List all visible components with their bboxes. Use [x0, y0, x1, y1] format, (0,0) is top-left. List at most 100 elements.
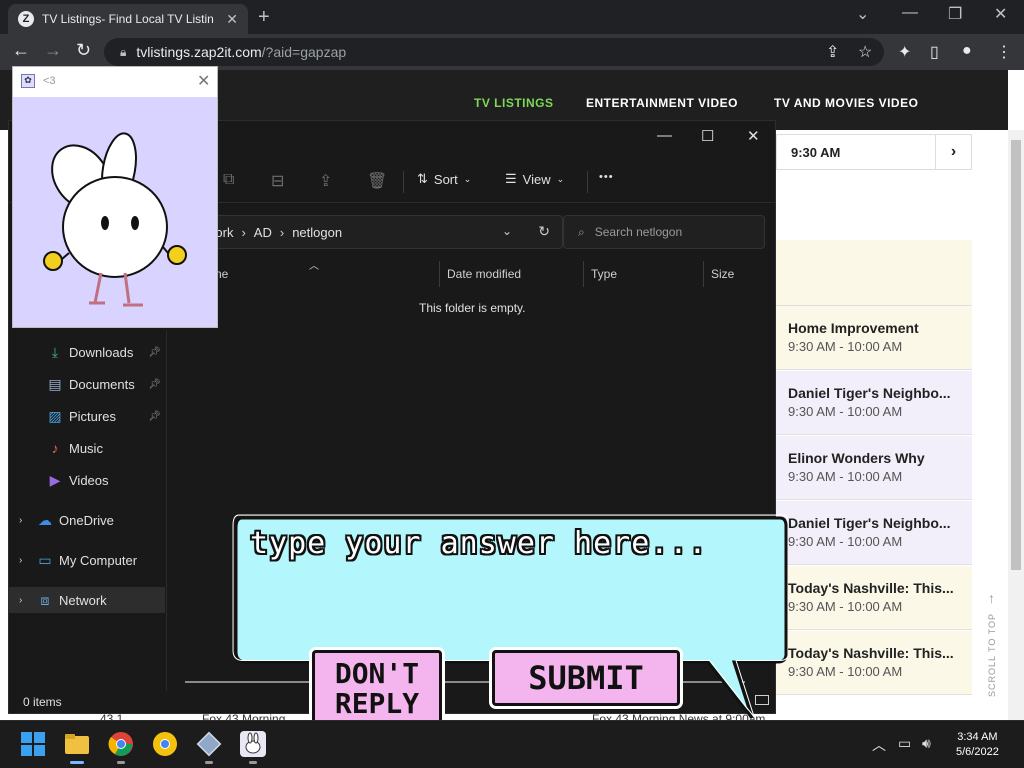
app-diamond-taskbar-icon[interactable] [196, 731, 222, 757]
restore-icon[interactable]: ❐ [948, 4, 962, 24]
show-time: 9:30 AM - 10:00 AM [788, 534, 903, 549]
scroll-to-top-button[interactable]: ↑ SCROLL TO TOP [984, 590, 1000, 720]
share-icon[interactable]: ⇪ [826, 42, 839, 62]
tab-search-chevron-icon[interactable]: ⌄ [856, 4, 869, 24]
nav-item-label: Videos [69, 472, 109, 488]
breadcrumb-ad[interactable]: AD [254, 225, 272, 240]
submit-button[interactable]: SUBMIT [492, 650, 680, 706]
chrome-canary-taskbar-icon[interactable] [152, 731, 178, 757]
side-panel-icon[interactable]: ▯ [930, 42, 939, 62]
sticker-close-icon[interactable]: ✕ [197, 71, 210, 91]
show-listing-cell[interactable]: Today's Nashville: This... 9:30 AM - 10:0… [776, 631, 972, 695]
dont-reply-button[interactable]: DON'T REPLY [312, 650, 442, 726]
explorer-address-bar[interactable]: work › AD › netlogon ⌄ ↻ [199, 215, 563, 249]
answer-input[interactable]: type your answer here... [250, 526, 707, 561]
nav-item-network[interactable]: › ⧈ Network [9, 587, 165, 613]
network-status-icon[interactable]: ▭ [898, 735, 911, 752]
nav-item-videos[interactable]: ▶ Videos [9, 467, 165, 493]
cloud-icon: ☁ [38, 512, 52, 528]
browser-tab[interactable]: Z TV Listings- Find Local TV Listings ✕ [8, 4, 248, 34]
share-icon[interactable]: ⇪ [319, 171, 332, 191]
column-header-type[interactable]: Type [591, 267, 617, 281]
pin-icon[interactable]: 📌︎ [148, 411, 161, 422]
close-window-icon[interactable]: ✕ [994, 4, 1007, 24]
bookmark-star-icon[interactable]: ☆ [858, 42, 872, 62]
column-header-date-modified[interactable]: Date modified [447, 267, 521, 281]
sort-icon: ⇅ [417, 171, 428, 186]
tray-overflow-chevron-icon[interactable]: ︿ [872, 735, 886, 755]
sort-ascending-icon: ︿ [309, 261, 319, 272]
chrome-taskbar-icon[interactable] [108, 731, 134, 757]
expand-chevron-icon[interactable]: › [19, 595, 22, 606]
show-listing-cell[interactable]: Daniel Tiger's Neighbo... 9:30 AM - 10:00… [776, 501, 972, 565]
profile-icon[interactable]: ● [962, 42, 972, 60]
time-slot-header: 9:30 AM › [776, 134, 972, 170]
sort-button[interactable]: ⇅ Sort ⌄ [417, 171, 471, 187]
tab-close-icon[interactable]: ✕ [226, 11, 238, 28]
show-listing-cell[interactable]: Today's Nashville: This... 9:30 AM - 10:0… [776, 566, 972, 630]
explorer-search-box[interactable]: ⌕ Search netlogon [563, 215, 765, 249]
show-listing-cell[interactable]: Daniel Tiger's Neighbo... 9:30 AM - 10:00… [776, 371, 972, 435]
app-running-indicator [249, 761, 257, 764]
lock-icon[interactable]: 🔒︎ [120, 45, 126, 60]
address-dropdown-icon[interactable]: ⌄ [502, 224, 512, 238]
dont-reply-label-line2: REPLY [334, 687, 420, 720]
volume-icon[interactable]: 🔊︎ [922, 735, 931, 752]
item-count-status: 0 items [23, 695, 62, 709]
nav-item-pictures[interactable]: ▨ Pictures 📌︎ [9, 403, 165, 429]
minimize-icon[interactable]: — [902, 4, 918, 22]
column-divider[interactable] [583, 261, 584, 287]
address-bar[interactable]: 🔒︎ tvlistings.zap2it.com/?aid=gapzap [104, 38, 884, 66]
next-time-chevron-icon[interactable]: › [935, 135, 971, 169]
nav-item-downloads[interactable]: ⤓ Downloads 📌︎ [9, 339, 165, 365]
system-clock[interactable]: 3:34 AM 5/6/2022 [956, 730, 999, 760]
new-tab-icon[interactable]: + [258, 6, 270, 29]
menu-kebab-icon[interactable]: ⋮ [996, 42, 1012, 62]
column-divider[interactable] [439, 261, 440, 287]
nav-item-documents[interactable]: ▤ Documents 📌︎ [9, 371, 165, 397]
expand-chevron-icon[interactable]: › [19, 515, 22, 526]
scrollbar-thumb[interactable] [1011, 140, 1021, 570]
column-divider[interactable] [703, 261, 704, 287]
show-listing-cell[interactable]: Elinor Wonders Why 9:30 AM - 10:00 AM [776, 436, 972, 500]
start-windows-icon[interactable] [20, 731, 46, 757]
back-icon[interactable]: ← [12, 40, 30, 61]
more-options-button[interactable]: ••• [599, 171, 614, 183]
nav-tv-listings[interactable]: TV LISTINGS [474, 96, 554, 110]
breadcrumb-netlogon[interactable]: netlogon [292, 225, 342, 240]
view-button[interactable]: ☰ View ⌄ [505, 171, 564, 187]
nav-item-label: Documents [69, 376, 135, 392]
refresh-icon[interactable]: ↻ [538, 223, 550, 240]
sticker-app-taskbar-icon[interactable] [240, 731, 266, 757]
nav-entertainment-video[interactable]: ENTERTAINMENT VIDEO [586, 96, 738, 110]
show-title: Elinor Wonders Why [788, 450, 925, 466]
page-scrollbar[interactable] [1008, 130, 1024, 720]
pin-icon[interactable]: 📌︎ [148, 379, 161, 390]
explorer-maximize-icon[interactable]: ☐ [701, 127, 714, 145]
nav-item-label: Downloads [69, 344, 134, 360]
forward-icon[interactable]: → [44, 40, 62, 61]
explorer-close-icon[interactable]: ✕ [747, 127, 760, 145]
sticker-titlebar[interactable]: ✿ <3 ✕ [13, 67, 217, 97]
column-header-size[interactable]: Size [711, 267, 734, 281]
video-icon: ▶ [49, 472, 61, 488]
delete-icon[interactable]: 🗑︎ [367, 171, 387, 191]
bunny-illustration [13, 97, 217, 327]
pin-icon[interactable]: 📌︎ [148, 347, 161, 358]
rename-icon[interactable]: ⊟ [271, 171, 284, 191]
nav-tv-and-movies-video[interactable]: TV AND MOVIES VIDEO [774, 96, 918, 110]
browser-tab-strip: Z TV Listings- Find Local TV Listings ✕ … [0, 0, 1024, 34]
nav-item-onedrive[interactable]: › ☁ OneDrive [9, 507, 165, 533]
show-listing-cell[interactable]: Home Improvement 9:30 AM - 10:00 AM [776, 306, 972, 370]
extensions-puzzle-icon[interactable]: ✦ [898, 42, 911, 62]
network-icon: ⧈ [40, 592, 50, 608]
expand-chevron-icon[interactable]: › [19, 555, 22, 566]
nav-item-music[interactable]: ♪ Music [9, 435, 165, 461]
explorer-minimize-icon[interactable]: — [657, 127, 672, 144]
reload-icon[interactable]: ↻ [76, 40, 91, 61]
nav-item-my-computer[interactable]: › ▭ My Computer [9, 547, 165, 573]
nav-pane-divider[interactable] [166, 331, 167, 691]
search-placeholder: Search netlogon [594, 225, 683, 239]
copy-icon[interactable]: ⧉ [223, 171, 234, 189]
file-explorer-taskbar-icon[interactable] [64, 731, 90, 757]
